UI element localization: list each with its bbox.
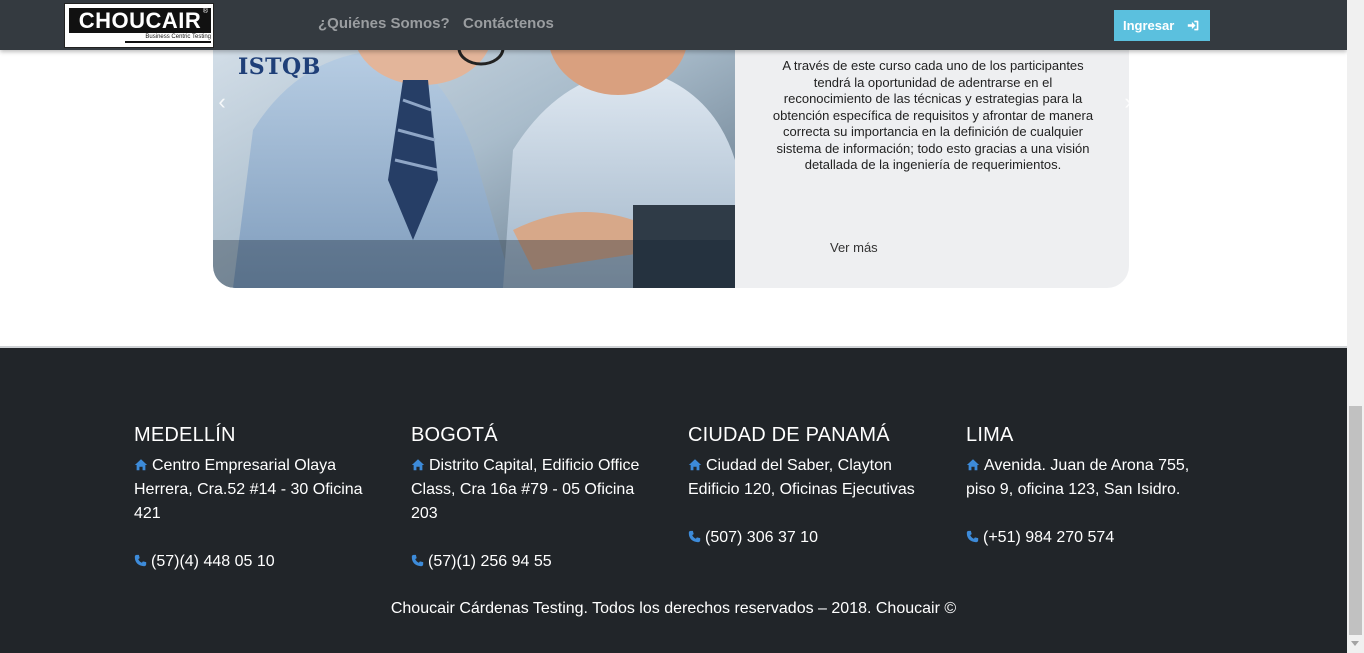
office-address-text: Centro Empresarial Olaya Herrera, Cra.52… xyxy=(134,457,363,522)
sign-in-icon xyxy=(1187,20,1199,31)
office-address: Ciudad del Saber, Clayton Edificio 120, … xyxy=(688,454,933,502)
logo-tagline: Business Centric Testing xyxy=(125,34,211,43)
carousel-next-arrow-icon[interactable]: › xyxy=(1119,90,1129,114)
copyright-text: Choucair Cárdenas Testing. Todos los der… xyxy=(390,600,957,617)
office-address-text: Distrito Capital, Edificio Office Class,… xyxy=(411,457,640,522)
vertical-scrollbar[interactable] xyxy=(1347,0,1364,653)
office-phone: (57)(1) 256 94 55 xyxy=(411,550,656,574)
home-icon xyxy=(688,459,702,471)
office-address-text: Avenida. Juan de Arona 755, piso 9, ofic… xyxy=(966,457,1190,498)
course-description: A través de este curso cada uno de los p… xyxy=(772,58,1094,172)
registered-mark: ® xyxy=(202,8,208,15)
office-address: Avenida. Juan de Arona 755, piso 9, ofic… xyxy=(966,454,1211,502)
logo-wordmark: CHOUCAIR xyxy=(69,8,211,33)
phone-icon xyxy=(966,530,979,543)
phone-icon xyxy=(688,530,701,543)
scrollbar-thumb[interactable] xyxy=(1349,406,1362,635)
top-navbar: CHOUCAIR ® Business Centric Testing ¿Qui… xyxy=(0,0,1347,50)
see-more-link[interactable]: Ver más xyxy=(830,240,878,255)
nav-link-contact[interactable]: Contáctenos xyxy=(463,15,554,32)
office-phone: (57)(4) 448 05 10 xyxy=(134,550,379,574)
office-city: LIMA xyxy=(966,424,1014,446)
office-city: CIUDAD DE PANAMÁ xyxy=(688,424,890,446)
office-phone-text[interactable]: (507) 306 37 10 xyxy=(705,529,818,546)
office-city: BOGOTÁ xyxy=(411,424,498,446)
istqb-badge: ISTQB xyxy=(238,54,321,80)
choucair-logo[interactable]: CHOUCAIR ® Business Centric Testing xyxy=(64,3,214,48)
scroll-down-arrow-icon[interactable] xyxy=(1351,641,1359,646)
office-phone-text[interactable]: (57)(1) 256 94 55 xyxy=(428,553,552,570)
office-address: Centro Empresarial Olaya Herrera, Cra.52… xyxy=(134,454,379,526)
office-phone: (507) 306 37 10 xyxy=(688,526,933,550)
office-lima: LIMA Avenida. Juan de Arona 755, piso 9,… xyxy=(966,422,1211,550)
login-button[interactable]: Ingresar xyxy=(1114,10,1210,41)
nav-link-about-us[interactable]: ¿Quiénes Somos? xyxy=(318,15,450,32)
office-address-text: Ciudad del Saber, Clayton Edificio 120, … xyxy=(688,457,915,498)
home-icon xyxy=(966,459,980,471)
course-carousel-slide: ISTQB ‹ › A través de este curso cada un… xyxy=(213,10,1129,288)
home-icon xyxy=(134,459,148,471)
people-illustration xyxy=(213,10,735,288)
office-medellin: MEDELLÍN Centro Empresarial Olaya Herrer… xyxy=(134,422,379,574)
office-bogota: BOGOTÁ Distrito Capital, Edificio Office… xyxy=(411,422,656,574)
footer: MEDELLÍN Centro Empresarial Olaya Herrer… xyxy=(0,346,1347,653)
login-button-label: Ingresar xyxy=(1123,18,1175,33)
office-phone: (+51) 984 270 574 xyxy=(966,526,1211,550)
course-photo: ISTQB xyxy=(213,10,735,288)
office-phone-text[interactable]: (+51) 984 270 574 xyxy=(983,529,1114,546)
page: CHOUCAIR ® Business Centric Testing ¿Qui… xyxy=(0,0,1347,653)
office-address: Distrito Capital, Edificio Office Class,… xyxy=(411,454,656,526)
phone-icon xyxy=(134,554,147,567)
office-panama: CIUDAD DE PANAMÁ Ciudad del Saber, Clayt… xyxy=(688,422,933,550)
phone-icon xyxy=(411,554,424,567)
carousel-prev-arrow-icon[interactable]: ‹ xyxy=(213,90,231,114)
home-icon xyxy=(411,459,425,471)
office-phone-text[interactable]: (57)(4) 448 05 10 xyxy=(151,553,275,570)
office-city: MEDELLÍN xyxy=(134,424,236,446)
